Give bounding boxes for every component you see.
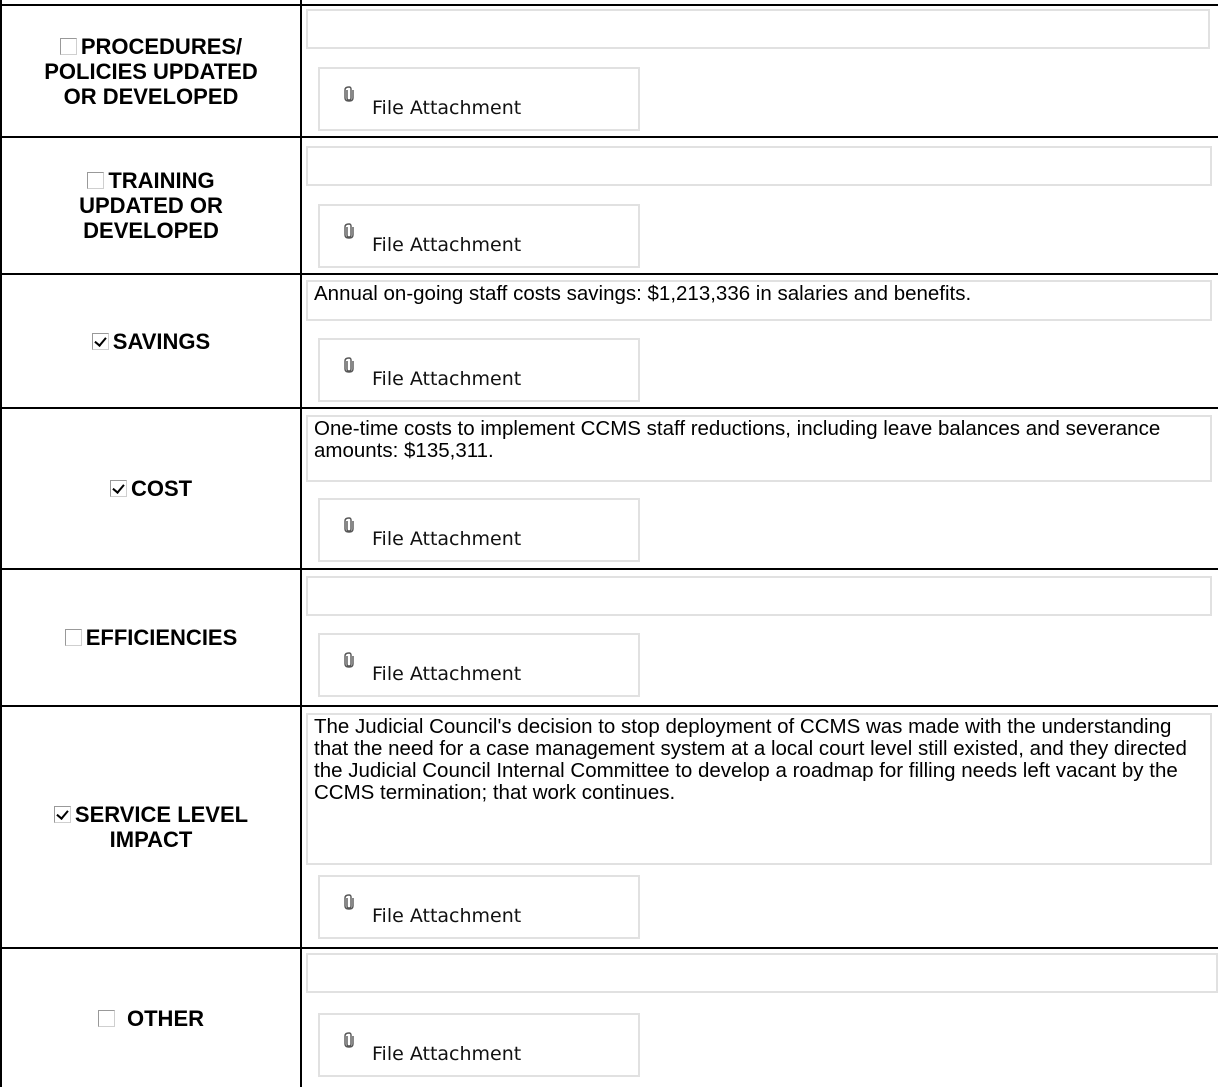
file-attachment-button[interactable]: File Attachment bbox=[318, 633, 640, 697]
label-line: IMPACT bbox=[109, 827, 193, 852]
savings-checkbox[interactable] bbox=[91, 332, 109, 350]
file-attachment-button[interactable]: File Attachment bbox=[318, 498, 640, 562]
training-text-field[interactable] bbox=[306, 146, 1212, 186]
form-row-cost: COST One-time costs to implement CCMS st… bbox=[0, 409, 1218, 568]
form-row-savings: SAVINGS Annual on-going staff costs savi… bbox=[0, 275, 1218, 407]
file-attachment-label: File Attachment bbox=[372, 663, 522, 685]
paperclip-icon bbox=[344, 652, 354, 668]
label-line: PROCEDURES/ bbox=[80, 33, 243, 59]
paperclip-icon bbox=[344, 357, 354, 373]
row-label: TRAINING UPDATED OR DEVELOPED bbox=[2, 138, 300, 273]
file-attachment-button[interactable]: File Attachment bbox=[318, 67, 640, 131]
label-line: SAVINGS bbox=[112, 328, 211, 354]
paperclip-icon bbox=[344, 86, 354, 102]
label-line: EFFICIENCIES bbox=[85, 625, 238, 650]
file-attachment-button[interactable]: File Attachment bbox=[318, 1013, 640, 1077]
file-attachment-button[interactable]: File Attachment bbox=[318, 338, 640, 402]
row-label: COST bbox=[2, 409, 300, 568]
form-row-other: OTHER File Attachment bbox=[0, 949, 1218, 1087]
file-attachment-button[interactable]: File Attachment bbox=[318, 875, 640, 939]
paperclip-icon bbox=[344, 517, 354, 533]
procedures-text-field[interactable] bbox=[306, 9, 1210, 49]
label-line: POLICIES UPDATED bbox=[44, 58, 258, 84]
other-checkbox[interactable] bbox=[98, 1009, 115, 1027]
training-checkbox[interactable] bbox=[87, 172, 105, 189]
row-label: SERVICE LEVEL IMPACT bbox=[2, 707, 300, 947]
row-label: OTHER bbox=[2, 949, 300, 1087]
form-row-service-level-impact: SERVICE LEVEL IMPACT The Judicial Counci… bbox=[0, 707, 1218, 947]
file-attachment-label: File Attachment bbox=[372, 234, 522, 256]
label-line: UPDATED OR bbox=[79, 193, 223, 218]
file-attachment-label: File Attachment bbox=[372, 97, 522, 119]
form-row-training: TRAINING UPDATED OR DEVELOPED File Attac… bbox=[0, 138, 1218, 273]
paperclip-icon bbox=[344, 1032, 354, 1048]
file-attachment-label: File Attachment bbox=[372, 1043, 522, 1065]
cost-checkbox[interactable] bbox=[109, 480, 127, 497]
paperclip-icon bbox=[344, 223, 354, 239]
row-label: PROCEDURES/ POLICIES UPDATED OR DEVELOPE… bbox=[2, 6, 300, 136]
savings-text-field[interactable]: Annual on-going staff costs savings: $1,… bbox=[306, 280, 1212, 321]
label-line: SERVICE LEVEL bbox=[74, 802, 249, 827]
form-row-procedures: PROCEDURES/ POLICIES UPDATED OR DEVELOPE… bbox=[0, 6, 1218, 136]
file-attachment-label: File Attachment bbox=[372, 528, 522, 550]
label-line: OTHER bbox=[127, 1005, 204, 1031]
procedures-checkbox[interactable] bbox=[59, 37, 77, 55]
efficiencies-checkbox[interactable] bbox=[64, 629, 82, 646]
form-row-efficiencies: EFFICIENCIES File Attachment bbox=[0, 570, 1218, 705]
label-line: COST bbox=[130, 476, 193, 501]
file-attachment-label: File Attachment bbox=[372, 368, 522, 390]
label-line: DEVELOPED bbox=[83, 218, 219, 243]
efficiencies-text-field[interactable] bbox=[306, 576, 1212, 616]
other-text-field[interactable] bbox=[306, 953, 1218, 993]
file-attachment-label: File Attachment bbox=[372, 905, 522, 927]
row-label: EFFICIENCIES bbox=[2, 570, 300, 705]
paperclip-icon bbox=[344, 894, 354, 910]
row-label: SAVINGS bbox=[2, 275, 300, 407]
label-line: OR DEVELOPED bbox=[63, 83, 239, 109]
cost-text-field[interactable]: One-time costs to implement CCMS staff r… bbox=[306, 415, 1212, 482]
service-level-impact-checkbox[interactable] bbox=[53, 806, 71, 823]
file-attachment-button[interactable]: File Attachment bbox=[318, 204, 640, 268]
service-level-impact-text-field[interactable]: The Judicial Council's decision to stop … bbox=[306, 713, 1212, 865]
label-line: TRAINING bbox=[108, 168, 215, 193]
